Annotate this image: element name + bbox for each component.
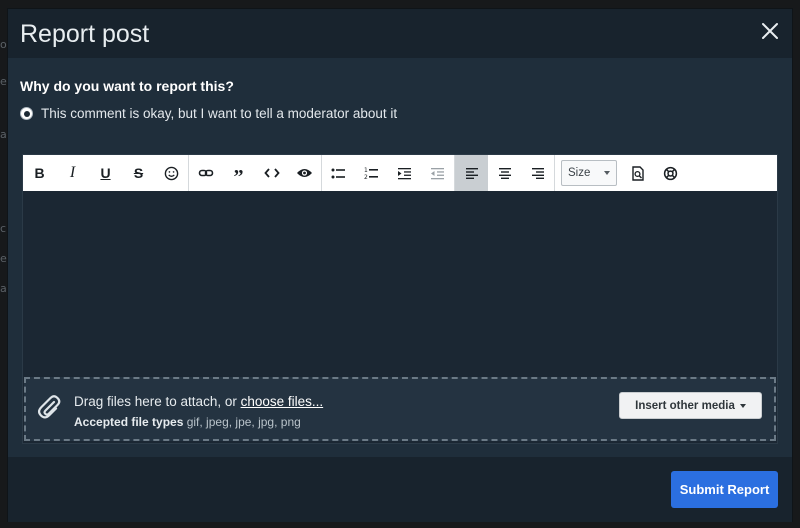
numbered-list-button[interactable]: 1 2 [355, 155, 388, 191]
editor-text-area[interactable] [23, 191, 777, 375]
svg-text:2: 2 [364, 174, 368, 180]
align-right-button[interactable] [521, 155, 554, 191]
close-icon [762, 23, 778, 39]
radio-selected-dot [23, 110, 30, 117]
bold-button[interactable]: B [23, 155, 56, 191]
paperclip-icon [38, 395, 61, 419]
align-center-icon [498, 168, 511, 179]
bold-icon: B [34, 165, 45, 181]
backdrop-text-fragment: e [0, 75, 7, 88]
modal-footer: Submit Report [8, 457, 792, 522]
indent-button[interactable] [388, 155, 421, 191]
italic-button[interactable]: I [56, 155, 89, 191]
chevron-down-icon [604, 171, 610, 175]
toolbar-group-lists: 1 2 [322, 155, 455, 191]
backdrop-text-fragment: a [0, 282, 7, 295]
preview-icon [631, 165, 644, 181]
reason-option[interactable]: This comment is okay, but I want to tell… [20, 106, 397, 121]
modal-header: Report post [8, 9, 792, 58]
underline-button[interactable]: U [89, 155, 122, 191]
emoji-button[interactable] [155, 155, 188, 191]
strikethrough-icon: S [133, 165, 144, 181]
file-attach-dropzone[interactable]: Drag files here to attach, or choose fil… [24, 377, 776, 441]
link-icon [198, 169, 213, 177]
align-center-button[interactable] [488, 155, 521, 191]
align-left-icon [465, 168, 478, 179]
report-question: Why do you want to report this? [20, 78, 234, 94]
chevron-down-icon [739, 403, 746, 408]
choose-files-link[interactable]: choose files... [241, 394, 324, 409]
font-size-select[interactable]: Size [561, 160, 617, 186]
spoiler-button[interactable] [288, 155, 321, 191]
backdrop-text-fragment: e [0, 252, 7, 265]
indent-icon [398, 167, 411, 179]
accepted-file-types-label: Accepted file types [74, 415, 184, 429]
insert-media-label: Insert other media [635, 399, 735, 412]
quote-icon: ” [233, 166, 244, 188]
toolbar-group-insert: ” [189, 155, 322, 191]
editor-toolbar: B I U S ” 1 2 Size [23, 155, 777, 191]
eye-icon [297, 169, 312, 177]
reason-radio[interactable] [20, 107, 33, 120]
reason-label: This comment is okay, but I want to tell… [41, 106, 398, 121]
accepted-file-types-list: gif, jpeg, jpe, jpg, png [183, 415, 301, 429]
code-icon [263, 168, 280, 178]
backdrop-text-fragment: a [0, 128, 7, 141]
report-post-modal: Report post Why do you want to report th… [7, 8, 793, 522]
toolbar-group-align [455, 155, 555, 191]
help-button[interactable] [654, 155, 687, 191]
align-left-button[interactable] [455, 155, 488, 191]
accepted-file-types: Accepted file types gif, jpeg, jpe, jpg,… [74, 415, 301, 429]
rich-text-editor: B I U S ” 1 2 Size Drag files here to at… [22, 154, 778, 444]
quote-button[interactable]: ” [222, 155, 255, 191]
toolbar-group-misc: Size [555, 155, 687, 191]
underline-icon: U [100, 165, 111, 181]
preview-button[interactable] [621, 155, 654, 191]
modal-title: Report post [20, 20, 150, 48]
bullet-list-icon [331, 168, 345, 178]
italic-icon: I [69, 164, 76, 181]
align-right-icon [531, 168, 544, 179]
insert-other-media-button[interactable]: Insert other media [619, 392, 762, 419]
drag-text: Drag files here to attach, or [74, 394, 241, 409]
close-button[interactable] [758, 19, 782, 43]
toolbar-group-format: B I U S [23, 155, 189, 191]
link-button[interactable] [189, 155, 222, 191]
outdent-icon [431, 167, 444, 179]
attach-instructions: Drag files here to attach, or choose fil… [74, 394, 323, 409]
bullet-list-button[interactable] [322, 155, 355, 191]
font-size-label: Size [568, 167, 591, 179]
code-button[interactable] [255, 155, 288, 191]
submit-report-button[interactable]: Submit Report [671, 471, 778, 508]
outdent-button[interactable] [421, 155, 454, 191]
backdrop-text-fragment: o [0, 38, 7, 51]
svg-text:1: 1 [364, 167, 368, 174]
numbered-list-icon: 1 2 [364, 167, 378, 180]
smiley-icon [164, 166, 179, 180]
strikethrough-button[interactable]: S [122, 155, 155, 191]
backdrop-text-fragment: c [0, 222, 7, 235]
lifebuoy-icon [663, 166, 678, 180]
